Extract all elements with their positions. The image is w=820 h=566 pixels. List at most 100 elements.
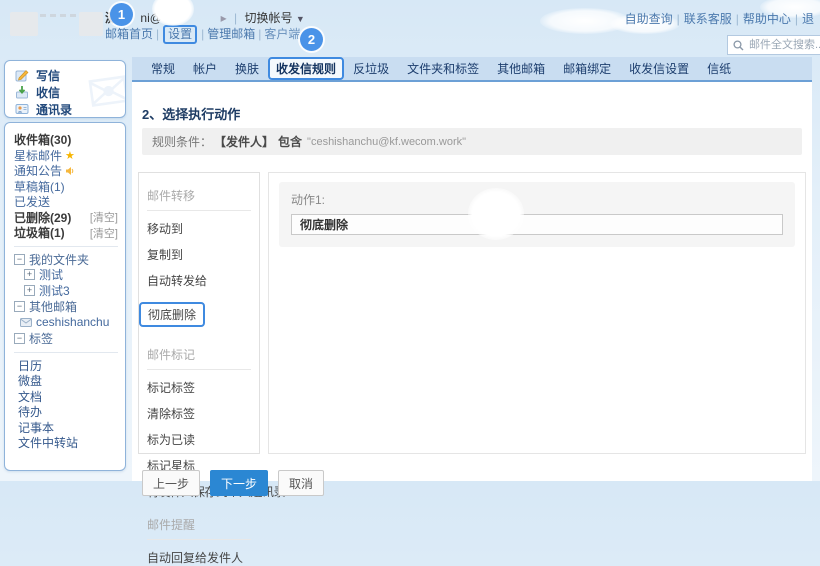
wizard-buttons: 上一步 下一步 取消 (142, 470, 324, 496)
nav-client[interactable]: 客户端 (264, 27, 300, 41)
redacted-logo-block (79, 12, 103, 36)
app-todo[interactable]: 待办 (14, 404, 118, 420)
divider (147, 210, 251, 211)
rule-condition-field: 【发件人】 (214, 133, 274, 150)
rule-condition-value: "ceshishanchu@kf.wecom.work" (307, 136, 466, 148)
tree-labels[interactable]: −标签 (14, 331, 118, 347)
group-header-mail-transfer: 邮件转移 (147, 187, 251, 204)
tree-folder-test3[interactable]: +测试3 (14, 283, 118, 299)
rule-wizard-content: 2、选择执行动作 规则条件： 【发件人】 包含 "ceshishanchu@kf… (132, 84, 812, 481)
divider (14, 246, 118, 247)
folder-starred[interactable]: 星标邮件★ (14, 148, 118, 164)
tree-my-folders[interactable]: −我的文件夹 (14, 252, 118, 268)
action-1-box: 动作1: 彻底删除 (279, 182, 795, 247)
action-mark-label[interactable]: 标记标签 (147, 379, 251, 396)
settings-main: 常规 帐户 换肤 收发信规则 反垃圾 文件夹和标签 其他邮箱 邮箱绑定 收发信设… (132, 57, 812, 481)
rule-condition-label: 规则条件： (152, 133, 212, 150)
empty-spam-link[interactable]: [清空] (90, 225, 118, 241)
action-1-value-field[interactable]: 彻底删除 (291, 214, 783, 235)
collapse-icon[interactable]: − (14, 301, 25, 312)
tab-antispam[interactable]: 反垃圾 (344, 60, 398, 77)
expand-icon[interactable]: + (24, 269, 35, 280)
webmail-settings-page: { "header": { "account_fragment": "测", "… (0, 0, 820, 481)
app-weidrive[interactable]: 微盘 (14, 373, 118, 389)
previous-step-button[interactable]: 上一步 (142, 470, 200, 496)
contacts-button[interactable]: 通讯录 (15, 101, 125, 117)
tab-general[interactable]: 常规 (142, 60, 184, 77)
group-header-mail-marking: 邮件标记 (147, 346, 251, 363)
action-delete-permanently[interactable]: 彻底删除 (139, 302, 205, 327)
action-auto-reply-sender[interactable]: 自动回复给发件人 (147, 549, 251, 566)
folder-spam[interactable]: 垃圾箱(1)[清空] (14, 225, 118, 241)
mail-search-box[interactable] (727, 35, 820, 55)
folder-deleted[interactable]: 已删除(29)[清空] (14, 210, 118, 226)
tab-sendreceive-settings[interactable]: 收发信设置 (620, 60, 698, 77)
contact-support-link[interactable]: 联系客服 (684, 12, 732, 26)
action-clear-label[interactable]: 清除标签 (147, 405, 251, 422)
app-calendar[interactable]: 日历 (14, 358, 118, 374)
rule-condition-operator: 包含 (278, 133, 302, 150)
folder-sent[interactable]: 已发送 (14, 194, 118, 210)
tab-mailbox-binding[interactable]: 邮箱绑定 (554, 60, 620, 77)
action-1-label: 动作1: (291, 191, 783, 208)
switch-account-link[interactable]: 切换帐号 ▼ (244, 11, 304, 25)
nav-mail-home[interactable]: 邮箱首页 (105, 27, 153, 41)
tree-folder-test[interactable]: +测试 (14, 267, 118, 283)
sidebar-compose-panel: ✉ 写信 收信 通讯录 (4, 60, 126, 118)
help-center-link[interactable]: 帮助中心 (743, 12, 791, 26)
receive-label: 收信 (36, 84, 60, 101)
receive-button[interactable]: 收信 (15, 84, 125, 100)
folder-inbox[interactable]: 收件箱(30) (14, 132, 118, 148)
tree-mailbox-ceshishanchu[interactable]: ceshishanchu (14, 315, 118, 331)
sidebar-folder-panel: 收件箱(30) 星标邮件★ 通知公告 草稿箱(1) 已发送 已删除(29)[清空… (4, 122, 126, 471)
redacted-logo-block (10, 12, 38, 36)
expand-icon[interactable]: + (24, 285, 35, 296)
tab-account[interactable]: 帐户 (184, 60, 226, 77)
redaction-blob (468, 188, 524, 240)
nav-manage-mailbox[interactable]: 管理邮箱 (207, 27, 255, 41)
app-file-transfer[interactable]: 文件中转站 (14, 435, 118, 451)
app-docs[interactable]: 文档 (14, 389, 118, 405)
header-nav: 邮箱首页|设置|管理邮箱|客户端 (105, 25, 300, 42)
tree-other-mailboxes[interactable]: −其他邮箱 (14, 299, 118, 315)
search-input[interactable] (747, 38, 820, 52)
action-copy-to[interactable]: 复制到 (147, 246, 251, 263)
empty-deleted-link[interactable]: [清空] (90, 209, 118, 225)
divider (147, 539, 251, 540)
action-auto-forward[interactable]: 自动转发给 (147, 272, 251, 289)
collapse-icon[interactable]: − (14, 254, 25, 265)
annotation-step-1: 1 (110, 3, 133, 26)
logout-link[interactable]: 退 (802, 12, 814, 26)
contacts-icon (15, 102, 29, 116)
cancel-button[interactable]: 取消 (278, 470, 324, 496)
tab-stationery[interactable]: 信纸 (698, 60, 740, 77)
tab-mail-rules[interactable]: 收发信规则 (268, 57, 344, 80)
action-type-list: 邮件转移 移动到 复制到 自动转发给 彻底删除 邮件标记 标记标签 清除标签 标… (138, 172, 260, 454)
collapse-icon[interactable]: − (14, 333, 25, 344)
folder-announcements[interactable]: 通知公告 (14, 163, 118, 179)
tab-skin[interactable]: 换肤 (226, 60, 268, 77)
next-step-button[interactable]: 下一步 (210, 470, 268, 496)
chevron-down-icon: ▼ (296, 14, 305, 24)
account-info: 测 ni@ces▸ | 切换帐号 ▼ (105, 9, 305, 26)
action-mark-read[interactable]: 标为已读 (147, 431, 251, 448)
speaker-icon (65, 166, 75, 176)
compose-label: 写信 (36, 67, 60, 84)
folder-drafts[interactable]: 草稿箱(1) (14, 179, 118, 195)
envelope-icon (20, 318, 32, 327)
action-move-to[interactable]: 移动到 (147, 220, 251, 237)
action-detail-panel: 动作1: 彻底删除 (268, 172, 806, 454)
app-notes[interactable]: 记事本 (14, 420, 118, 436)
annotation-step-2: 2 (300, 28, 323, 51)
search-icon (733, 40, 744, 51)
divider (14, 352, 118, 353)
settings-tabbar: 常规 帐户 换肤 收发信规则 反垃圾 文件夹和标签 其他邮箱 邮箱绑定 收发信设… (132, 57, 812, 82)
group-header-mail-reminder: 邮件提醒 (147, 516, 251, 533)
tab-other-mailboxes[interactable]: 其他邮箱 (488, 60, 554, 77)
quick-links: 自助查询|联系客服|帮助中心|退 (625, 10, 814, 27)
compose-button[interactable]: 写信 (15, 67, 125, 83)
self-service-link[interactable]: 自助查询 (625, 12, 673, 26)
tab-folders-labels[interactable]: 文件夹和标签 (398, 60, 488, 77)
nav-settings[interactable]: 设置 (163, 25, 197, 44)
compose-icon (15, 68, 29, 82)
